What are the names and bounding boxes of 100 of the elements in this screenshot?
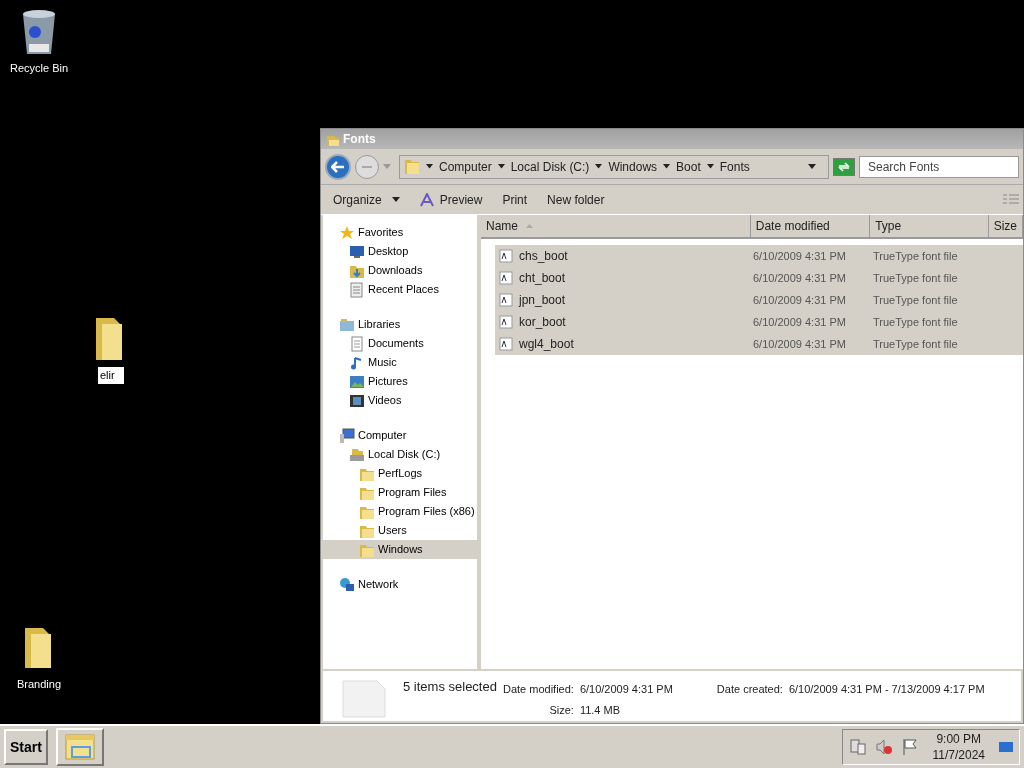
field-label: Size: [548,702,574,718]
toolbar-button[interactable]: New folder [539,187,613,212]
breadcrumb-item[interactable]: Boot [676,157,701,176]
file-name: cht_boot [519,270,566,287]
font-file-icon [499,293,513,307]
toolbar-button[interactable]: Print [494,187,536,212]
column-header[interactable]: Type [870,215,989,237]
navigation-item[interactable]: Music [323,353,477,372]
navigation-item[interactable]: Pictures [323,372,477,391]
library-icon [339,316,355,333]
caret-icon [426,164,433,169]
show-desktop-icon [999,740,1013,754]
column-header[interactable]: Date modified [750,215,871,237]
navigation-item[interactable]: Users [323,521,477,540]
icon-label: Recycle Bin [9,61,69,76]
navigation-item[interactable]: Libraries [323,315,477,334]
column-header[interactable]: Size [988,215,1023,237]
field-label: Date modified: [502,682,574,697]
computer-icon [339,427,355,444]
file-thumbnail-icon [341,679,387,719]
file-row[interactable]: wgl4_boot 6/10/2009 4:31 PM TrueType font file [495,333,1023,355]
explorer-window-icon [63,732,96,762]
font-file-icon [499,315,513,329]
flag-icon [900,738,919,756]
font-file-icon [499,337,513,351]
star-icon [339,224,355,241]
search-field[interactable]: Search Fonts [859,155,1019,178]
navigation-item[interactable]: Videos [323,391,477,410]
field-value: 11.4 MB [579,702,622,718]
back-button[interactable] [325,153,351,180]
caret-icon [663,164,671,169]
navigation-item[interactable]: Recent Places [323,280,477,299]
navigation-item[interactable]: PerfLogs [323,464,477,483]
navigation-item[interactable]: Computer [323,426,477,445]
view-options-icon [1003,193,1019,206]
folder-icon [404,158,420,175]
caret-icon [595,164,603,169]
navigation-item[interactable]: Documents [323,334,477,353]
start-button[interactable]: Start [4,729,48,765]
back-arrow-icon [331,160,345,173]
file-row[interactable]: jpn_boot 6/10/2009 4:31 PM TrueType font file [495,289,1023,311]
navigation-item[interactable]: Network [323,575,477,594]
icon-label: Branding [16,677,61,692]
taskbar-button[interactable] [55,728,104,766]
date-modified: 6/10/2009 4:31 PM [753,248,847,264]
navigation-item[interactable]: Downloads [323,261,477,280]
file-name: kor_boot [519,314,566,331]
breadcrumb-item[interactable]: Windows [608,157,658,176]
date-modified: 6/10/2009 4:31 PM [753,270,847,286]
window-title: Fonts [343,131,376,148]
field-label: Date created: [716,682,783,697]
breadcrumb-item[interactable]: Local Disk (C:) [510,157,590,176]
font-file-icon [499,271,513,285]
date-modified: 6/10/2009 4:31 PM [753,336,847,352]
file-type: TrueType font file [873,270,959,286]
refresh-button[interactable] [833,157,855,176]
file-type: TrueType font file [873,248,959,264]
breadcrumb-item[interactable]: Fonts [719,157,750,176]
address-bar[interactable]: Computer Local Disk (C:) Windows Boot Fonts [399,154,829,179]
date-modified: 6/10/2009 4:31 PM [753,292,847,308]
field-value: 6/10/2009 4:31 PM - 7/13/2009 4:17 PM [788,682,985,697]
speaker-muted-icon [874,738,893,756]
toolbar-button[interactable]: Preview [411,187,491,212]
file-type: TrueType font file [873,336,959,352]
file-type: TrueType font file [873,314,959,330]
document-icon [349,335,365,352]
caret-icon [497,164,505,169]
file-row[interactable]: cht_boot 6/10/2009 4:31 PM TrueType font file [495,267,1023,289]
monitor-icon [349,243,365,260]
clock-date: 11/7/2024 [932,747,985,763]
refresh-arrows-icon [837,161,851,172]
column-header[interactable]: Name [481,215,751,237]
caret-icon [391,197,400,202]
font-glyph-icon [419,192,434,207]
selection-count: 5 items selected [403,679,497,694]
clock-time: 9:00 PM [936,731,982,747]
navigation-item[interactable]: Program Files (x86) [323,502,477,521]
rename-field[interactable]: elir [97,366,125,385]
file-row[interactable]: kor_boot 6/10/2009 4:31 PM TrueType font file [495,311,1023,333]
breadcrumb-item[interactable]: Computer [439,157,492,176]
navigation-item[interactable]: Favorites [323,223,477,242]
file-name: chs_boot [519,248,568,265]
drive-icon [349,446,365,463]
dropdown-caret-icon [808,164,816,169]
field-value: 6/10/2009 4:31 PM [579,682,673,697]
toolbar-button[interactable]: Organize [325,187,408,212]
dropdown-caret-icon [383,163,391,170]
file-name: wgl4_boot [519,336,574,353]
sort-arrow-icon [526,224,533,228]
navigation-item[interactable]: Desktop [323,242,477,261]
navigation-item[interactable]: Program Files [323,483,477,502]
document-icon [349,281,365,298]
navigation-item[interactable]: Windows [323,540,477,559]
font-file-icon [499,249,513,263]
file-row[interactable]: chs_boot 6/10/2009 4:31 PM TrueType font file [495,245,1023,267]
film-icon [349,392,365,409]
picture-icon [349,373,365,390]
file-type: TrueType font file [873,292,959,308]
caret-icon [706,164,714,169]
navigation-item[interactable]: Local Disk (C:) [323,445,477,464]
